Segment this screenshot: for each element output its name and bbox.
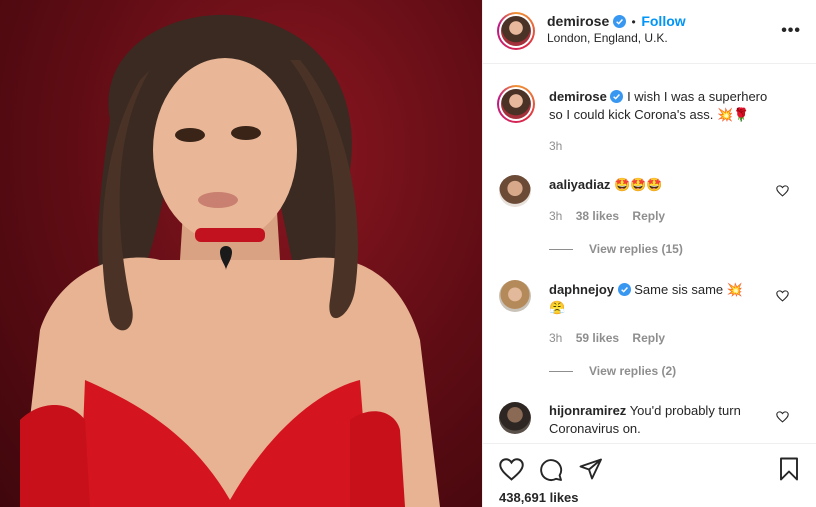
heart-icon[interactable] (776, 411, 789, 423)
author-username[interactable]: demirose (547, 13, 609, 29)
view-replies-button[interactable]: View replies (2) (589, 364, 676, 378)
verified-badge-icon (612, 15, 626, 28)
view-replies-button[interactable]: View replies (15) (589, 242, 683, 256)
comment-daphnejoy: daphnejoy Same sis same 💥 😤 (549, 281, 769, 317)
header-user-row: demirose • Follow (547, 13, 686, 29)
view-replies-row[interactable]: View replies (2) (549, 363, 676, 378)
like-heart-icon[interactable] (499, 458, 524, 481)
comments-list: demirose I wish I was a superhero so I c… (483, 65, 816, 443)
comment-text-line1: Same sis same 💥 (634, 282, 743, 297)
caption-text-line2: so I could kick Corona's ass. (549, 107, 714, 122)
commenter-avatar-daphnejoy[interactable] (499, 280, 531, 312)
post-detail-panel: demirose • Follow London, England, U.K. … (482, 0, 816, 507)
bookmark-icon[interactable] (779, 457, 799, 481)
post-header: demirose • Follow London, England, U.K. … (483, 0, 816, 64)
comment-username[interactable]: hijonramirez (549, 403, 626, 418)
comment-aaliyadiaz: aaliyadiaz 🤩🤩🤩 (549, 176, 663, 194)
comment-text-line2: 😤 (549, 300, 566, 315)
view-replies-row[interactable]: View replies (15) (549, 241, 683, 256)
caption: demirose I wish I was a superhero so I c… (549, 88, 799, 124)
divider-line (549, 371, 573, 373)
comment-username[interactable]: daphnejoy (549, 282, 614, 297)
comment-likes[interactable]: 59 likes (576, 331, 619, 345)
heart-icon[interactable] (776, 290, 789, 302)
post-location[interactable]: London, England, U.K. (547, 31, 668, 45)
caption-avatar[interactable] (497, 85, 535, 123)
comment-text: 🤩🤩🤩 (614, 177, 663, 192)
comment-likes[interactable]: 38 likes (576, 209, 619, 223)
follow-button[interactable]: Follow (641, 13, 685, 29)
verified-badge-icon (610, 90, 624, 103)
commenter-avatar-aaliyadiaz[interactable] (499, 175, 531, 207)
post-photo-illustration (20, 14, 440, 507)
caption-emojis: 💥🌹 (716, 107, 750, 122)
reply-button[interactable]: Reply (632, 331, 665, 345)
comment-time[interactable]: 3h (549, 209, 562, 223)
author-avatar[interactable] (497, 12, 535, 50)
post-photo[interactable] (0, 0, 482, 507)
commenter-avatar-hijonramirez[interactable] (499, 402, 531, 434)
comment-text-line1: You'd probably turn (629, 403, 741, 418)
comment-time[interactable]: 3h (549, 331, 562, 345)
comment-meta: 3h 59 likes Reply (549, 331, 665, 345)
divider-line (549, 249, 573, 251)
separator-dot: • (631, 15, 636, 29)
caption-time[interactable]: 3h (549, 139, 562, 153)
action-bar: 438,691 likes (483, 443, 816, 507)
more-options-icon[interactable]: ••• (781, 22, 801, 40)
verified-badge-icon (617, 283, 631, 296)
reply-button[interactable]: Reply (632, 209, 665, 223)
caption-username[interactable]: demirose (549, 89, 607, 104)
caption-text-line1: I wish I was a superhero (627, 89, 768, 104)
comment-text-line2: Coronavirus on. (549, 421, 641, 436)
comment-icon[interactable] (539, 458, 563, 482)
comment-username[interactable]: aaliyadiaz (549, 177, 610, 192)
likes-count[interactable]: 438,691 likes (499, 490, 579, 505)
share-icon[interactable] (579, 458, 603, 480)
comment-hijonramirez: hijonramirez You'd probably turn Coronav… (549, 402, 779, 438)
comment-meta: 3h 38 likes Reply (549, 209, 665, 223)
heart-icon[interactable] (776, 185, 789, 197)
